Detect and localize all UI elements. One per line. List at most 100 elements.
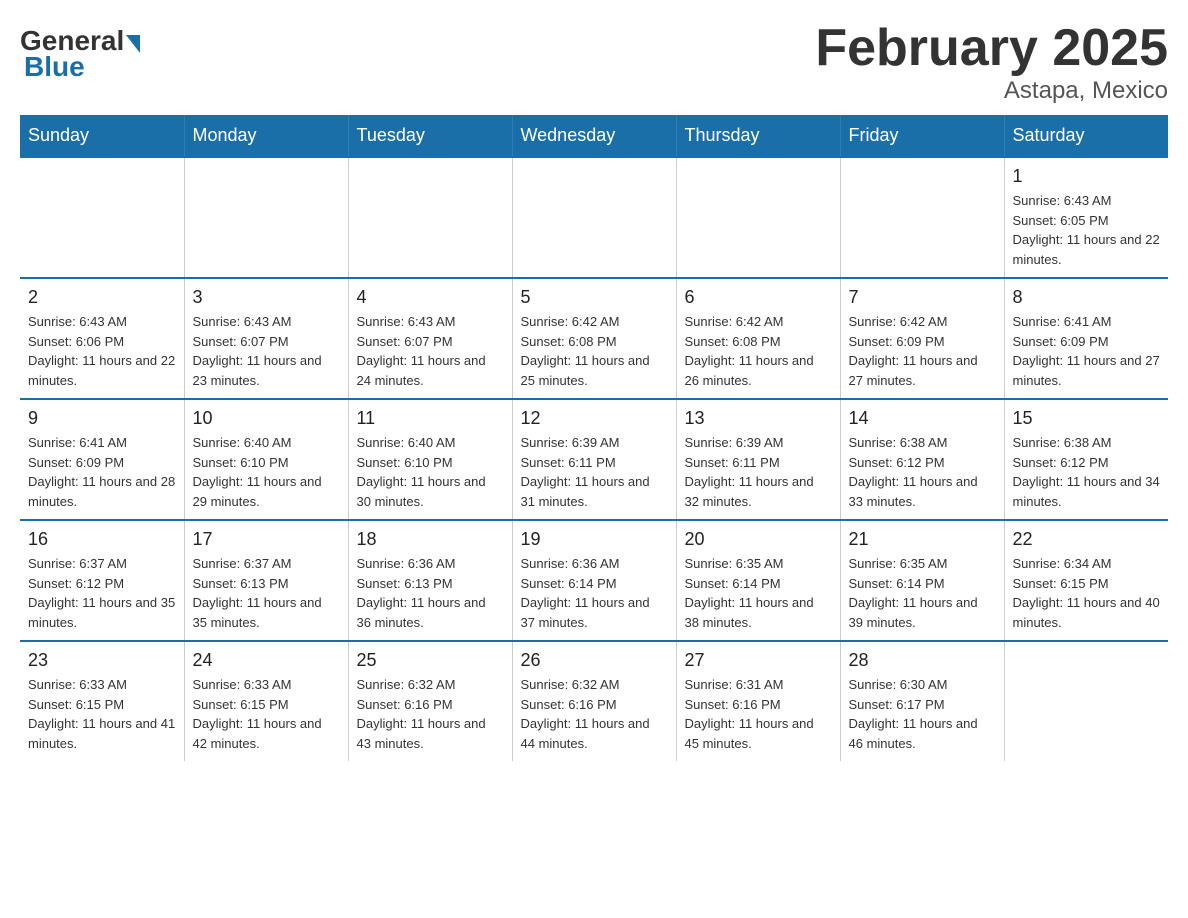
day-number: 16 xyxy=(28,529,176,550)
calendar-cell: 3 Sunrise: 6:43 AMSunset: 6:07 PMDaylight… xyxy=(184,278,348,399)
day-number: 18 xyxy=(357,529,504,550)
calendar-cell: 16 Sunrise: 6:37 AMSunset: 6:12 PMDayligh… xyxy=(20,520,184,641)
calendar-cell: 13 Sunrise: 6:39 AMSunset: 6:11 PMDayligh… xyxy=(676,399,840,520)
calendar-cell: 8Sunrise: 6:41 AMSunset: 6:09 PMDaylight… xyxy=(1004,278,1168,399)
day-info: Sunrise: 6:38 AMSunset: 6:12 PMDaylight:… xyxy=(849,433,996,511)
day-number: 5 xyxy=(521,287,668,308)
calendar-cell: 19 Sunrise: 6:36 AMSunset: 6:14 PMDayligh… xyxy=(512,520,676,641)
calendar-cell xyxy=(676,157,840,278)
calendar-cell: 11 Sunrise: 6:40 AMSunset: 6:10 PMDayligh… xyxy=(348,399,512,520)
day-info: Sunrise: 6:36 AMSunset: 6:13 PMDaylight:… xyxy=(357,554,504,632)
day-info: Sunrise: 6:35 AMSunset: 6:14 PMDaylight:… xyxy=(849,554,996,632)
day-info: Sunrise: 6:40 AMSunset: 6:10 PMDaylight:… xyxy=(357,433,504,511)
logo-blue-text: Blue xyxy=(24,51,85,83)
title-area: February 2025 Astapa, Mexico xyxy=(815,20,1168,105)
header-wednesday: Wednesday xyxy=(512,115,676,157)
logo-arrow-icon xyxy=(126,35,140,53)
day-number: 27 xyxy=(685,650,832,671)
day-number: 13 xyxy=(685,408,832,429)
calendar-cell: 17 Sunrise: 6:37 AMSunset: 6:13 PMDayligh… xyxy=(184,520,348,641)
day-number: 25 xyxy=(357,650,504,671)
header-friday: Friday xyxy=(840,115,1004,157)
day-info: Sunrise: 6:33 AMSunset: 6:15 PMDaylight:… xyxy=(28,675,176,753)
calendar-cell: 4Sunrise: 6:43 AMSunset: 6:07 PMDaylight… xyxy=(348,278,512,399)
calendar-cell: 18 Sunrise: 6:36 AMSunset: 6:13 PMDayligh… xyxy=(348,520,512,641)
day-info: Sunrise: 6:30 AMSunset: 6:17 PMDaylight:… xyxy=(849,675,996,753)
day-number: 28 xyxy=(849,650,996,671)
calendar-cell xyxy=(512,157,676,278)
calendar-cell: 21 Sunrise: 6:35 AMSunset: 6:14 PMDayligh… xyxy=(840,520,1004,641)
day-number: 11 xyxy=(357,408,504,429)
day-number: 3 xyxy=(193,287,340,308)
day-info: Sunrise: 6:39 AMSunset: 6:11 PMDaylight:… xyxy=(521,433,668,511)
calendar-week-1: 1Sunrise: 6:43 AMSunset: 6:05 PMDaylight… xyxy=(20,157,1168,278)
page-header: General Blue February 2025 Astapa, Mexic… xyxy=(20,20,1168,105)
calendar-cell: 23Sunrise: 6:33 AMSunset: 6:15 PMDayligh… xyxy=(20,641,184,761)
calendar-cell: 27 Sunrise: 6:31 AMSunset: 6:16 PMDayligh… xyxy=(676,641,840,761)
day-number: 10 xyxy=(193,408,340,429)
calendar-cell: 7 Sunrise: 6:42 AMSunset: 6:09 PMDaylight… xyxy=(840,278,1004,399)
day-info: Sunrise: 6:41 AMSunset: 6:09 PMDaylight:… xyxy=(28,433,176,511)
calendar-cell xyxy=(840,157,1004,278)
day-info: Sunrise: 6:42 AMSunset: 6:08 PMDaylight:… xyxy=(685,312,832,390)
day-number: 24 xyxy=(193,650,340,671)
day-number: 21 xyxy=(849,529,996,550)
day-info: Sunrise: 6:42 AMSunset: 6:09 PMDaylight:… xyxy=(849,312,996,390)
calendar-cell: 28 Sunrise: 6:30 AMSunset: 6:17 PMDayligh… xyxy=(840,641,1004,761)
calendar-week-4: 16 Sunrise: 6:37 AMSunset: 6:12 PMDayligh… xyxy=(20,520,1168,641)
day-info: Sunrise: 6:32 AMSunset: 6:16 PMDaylight:… xyxy=(357,675,504,753)
day-info: Sunrise: 6:34 AMSunset: 6:15 PMDaylight:… xyxy=(1013,554,1161,632)
day-number: 19 xyxy=(521,529,668,550)
day-number: 9 xyxy=(28,408,176,429)
calendar-week-2: 2 Sunrise: 6:43 AMSunset: 6:06 PMDaylight… xyxy=(20,278,1168,399)
day-info: Sunrise: 6:43 AMSunset: 6:06 PMDaylight:… xyxy=(28,312,176,390)
calendar-cell xyxy=(20,157,184,278)
calendar-cell xyxy=(1004,641,1168,761)
day-info: Sunrise: 6:43 AMSunset: 6:07 PMDaylight:… xyxy=(193,312,340,390)
calendar-cell: 10 Sunrise: 6:40 AMSunset: 6:10 PMDayligh… xyxy=(184,399,348,520)
calendar-cell xyxy=(348,157,512,278)
day-info: Sunrise: 6:39 AMSunset: 6:11 PMDaylight:… xyxy=(685,433,832,511)
calendar-cell: 14 Sunrise: 6:38 AMSunset: 6:12 PMDayligh… xyxy=(840,399,1004,520)
calendar-cell: 24 Sunrise: 6:33 AMSunset: 6:15 PMDayligh… xyxy=(184,641,348,761)
day-number: 26 xyxy=(521,650,668,671)
page-title: February 2025 xyxy=(815,20,1168,77)
calendar-cell: 26 Sunrise: 6:32 AMSunset: 6:16 PMDayligh… xyxy=(512,641,676,761)
calendar-cell: 5 Sunrise: 6:42 AMSunset: 6:08 PMDaylight… xyxy=(512,278,676,399)
day-number: 7 xyxy=(849,287,996,308)
calendar-header: Sunday Monday Tuesday Wednesday Thursday… xyxy=(20,115,1168,157)
day-number: 17 xyxy=(193,529,340,550)
day-info: Sunrise: 6:32 AMSunset: 6:16 PMDaylight:… xyxy=(521,675,668,753)
calendar-table: Sunday Monday Tuesday Wednesday Thursday… xyxy=(20,115,1168,761)
day-info: Sunrise: 6:35 AMSunset: 6:14 PMDaylight:… xyxy=(685,554,832,632)
calendar-cell: 9 Sunrise: 6:41 AMSunset: 6:09 PMDaylight… xyxy=(20,399,184,520)
day-number: 14 xyxy=(849,408,996,429)
day-info: Sunrise: 6:40 AMSunset: 6:10 PMDaylight:… xyxy=(193,433,340,511)
calendar-cell: 6 Sunrise: 6:42 AMSunset: 6:08 PMDaylight… xyxy=(676,278,840,399)
day-info: Sunrise: 6:38 AMSunset: 6:12 PMDaylight:… xyxy=(1013,433,1161,511)
header-row: Sunday Monday Tuesday Wednesday Thursday… xyxy=(20,115,1168,157)
calendar-cell xyxy=(184,157,348,278)
day-info: Sunrise: 6:37 AMSunset: 6:12 PMDaylight:… xyxy=(28,554,176,632)
day-info: Sunrise: 6:42 AMSunset: 6:08 PMDaylight:… xyxy=(521,312,668,390)
calendar-cell: 2 Sunrise: 6:43 AMSunset: 6:06 PMDaylight… xyxy=(20,278,184,399)
day-number: 8 xyxy=(1013,287,1161,308)
calendar-week-3: 9 Sunrise: 6:41 AMSunset: 6:09 PMDaylight… xyxy=(20,399,1168,520)
day-number: 22 xyxy=(1013,529,1161,550)
day-number: 2 xyxy=(28,287,176,308)
calendar-body: 1Sunrise: 6:43 AMSunset: 6:05 PMDaylight… xyxy=(20,157,1168,761)
day-number: 6 xyxy=(685,287,832,308)
page-subtitle: Astapa, Mexico xyxy=(815,77,1168,105)
calendar-cell: 1Sunrise: 6:43 AMSunset: 6:05 PMDaylight… xyxy=(1004,157,1168,278)
header-sunday: Sunday xyxy=(20,115,184,157)
day-number: 20 xyxy=(685,529,832,550)
header-monday: Monday xyxy=(184,115,348,157)
day-info: Sunrise: 6:31 AMSunset: 6:16 PMDaylight:… xyxy=(685,675,832,753)
calendar-cell: 20 Sunrise: 6:35 AMSunset: 6:14 PMDayligh… xyxy=(676,520,840,641)
day-info: Sunrise: 6:33 AMSunset: 6:15 PMDaylight:… xyxy=(193,675,340,753)
header-tuesday: Tuesday xyxy=(348,115,512,157)
day-info: Sunrise: 6:37 AMSunset: 6:13 PMDaylight:… xyxy=(193,554,340,632)
day-info: Sunrise: 6:43 AMSunset: 6:07 PMDaylight:… xyxy=(357,312,504,390)
day-info: Sunrise: 6:36 AMSunset: 6:14 PMDaylight:… xyxy=(521,554,668,632)
calendar-cell: 15Sunrise: 6:38 AMSunset: 6:12 PMDayligh… xyxy=(1004,399,1168,520)
